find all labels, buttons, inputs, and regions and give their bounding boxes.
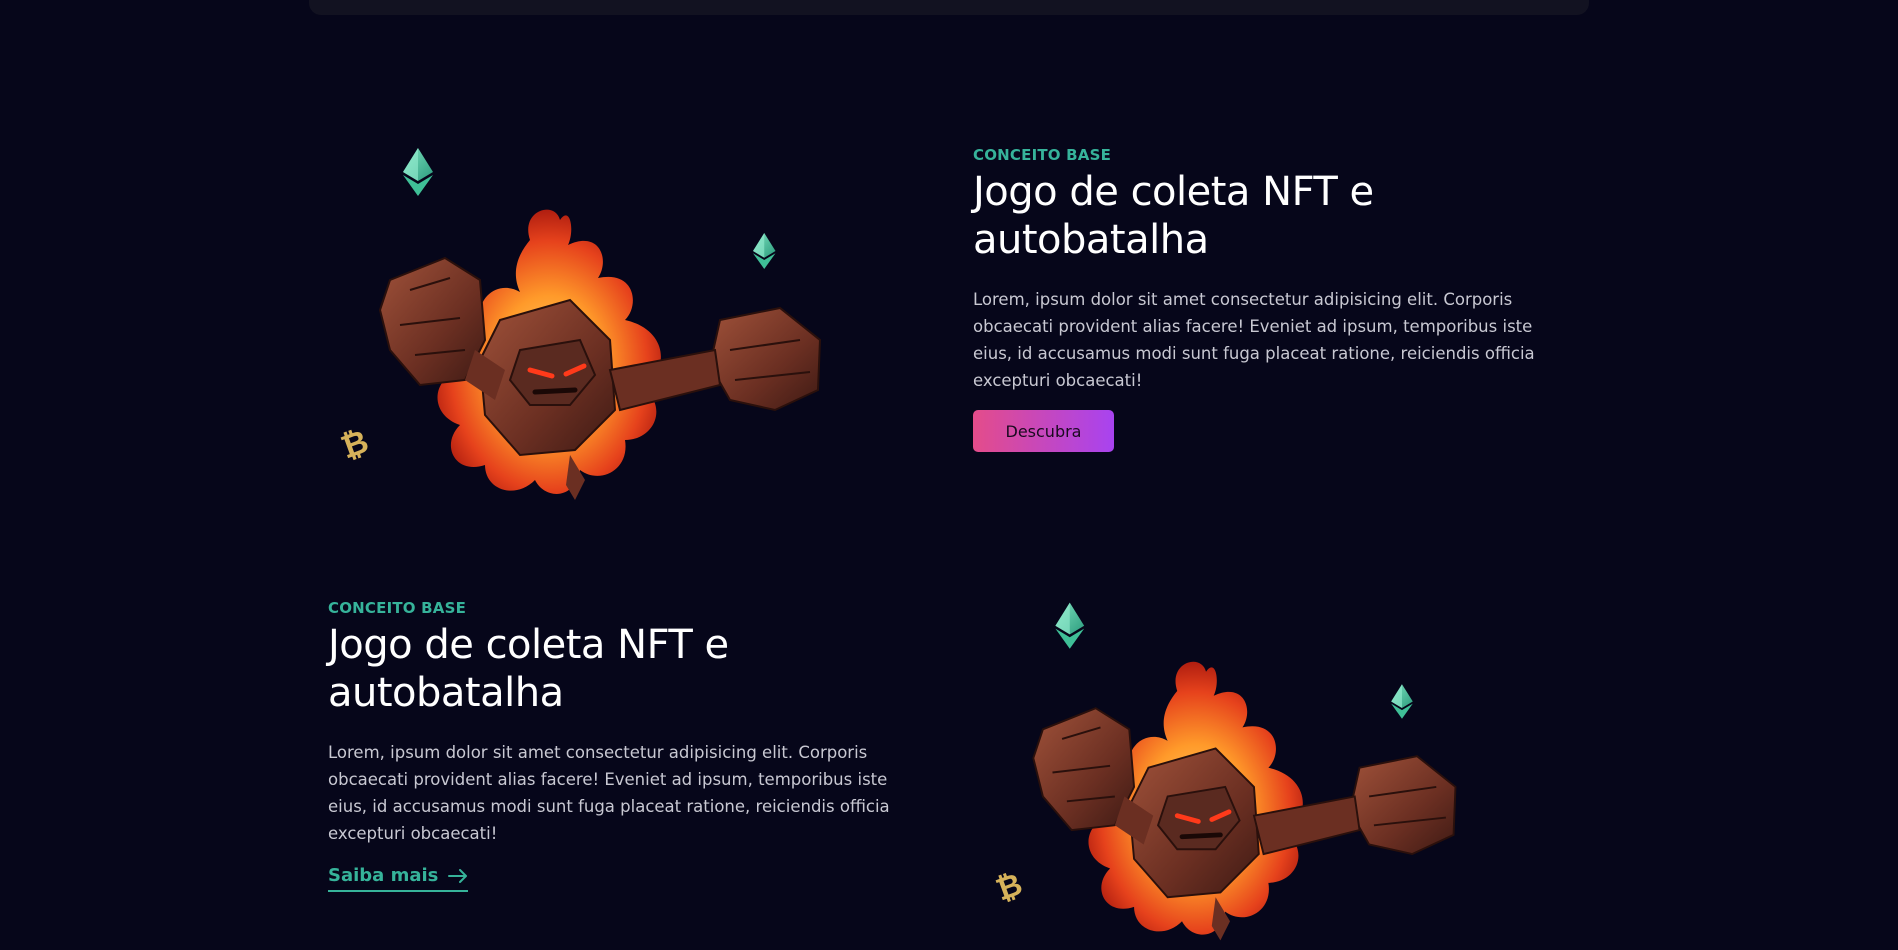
learn-more-link[interactable]: Saiba mais	[328, 865, 469, 892]
content-block-1: CONCEITO BASE Jogo de coleta NFT e autob…	[973, 146, 1573, 452]
arrow-right-icon	[448, 868, 468, 883]
section-title: Jogo de coleta NFT e autobatalha	[973, 169, 1374, 263]
discover-button[interactable]: Descubra	[973, 410, 1114, 452]
ethereum-icon	[753, 233, 776, 269]
section-kicker: CONCEITO BASE	[973, 146, 1112, 164]
page: CONCEITO BASE Jogo de coleta NFT e autob…	[0, 0, 1898, 950]
ethereum-icon	[403, 148, 433, 196]
bitcoin-icon	[991, 867, 1028, 909]
hero-illustration-2	[970, 595, 1490, 950]
section-kicker: CONCEITO BASE	[328, 599, 467, 617]
section-description: Lorem, ipsum dolor sit amet consectetur …	[973, 290, 1535, 390]
hero-illustration-1	[325, 140, 845, 510]
top-card-edge	[309, 0, 1589, 15]
bitcoin-icon	[335, 421, 374, 467]
learn-more-label: Saiba mais	[328, 865, 439, 886]
section-description: Lorem, ipsum dolor sit amet consectetur …	[328, 743, 890, 843]
content-block-2: CONCEITO BASE Jogo de coleta NFT e autob…	[328, 599, 928, 892]
ethereum-icon	[1391, 684, 1413, 719]
ethereum-icon	[1055, 602, 1085, 649]
section-title: Jogo de coleta NFT e autobatalha	[328, 622, 729, 716]
